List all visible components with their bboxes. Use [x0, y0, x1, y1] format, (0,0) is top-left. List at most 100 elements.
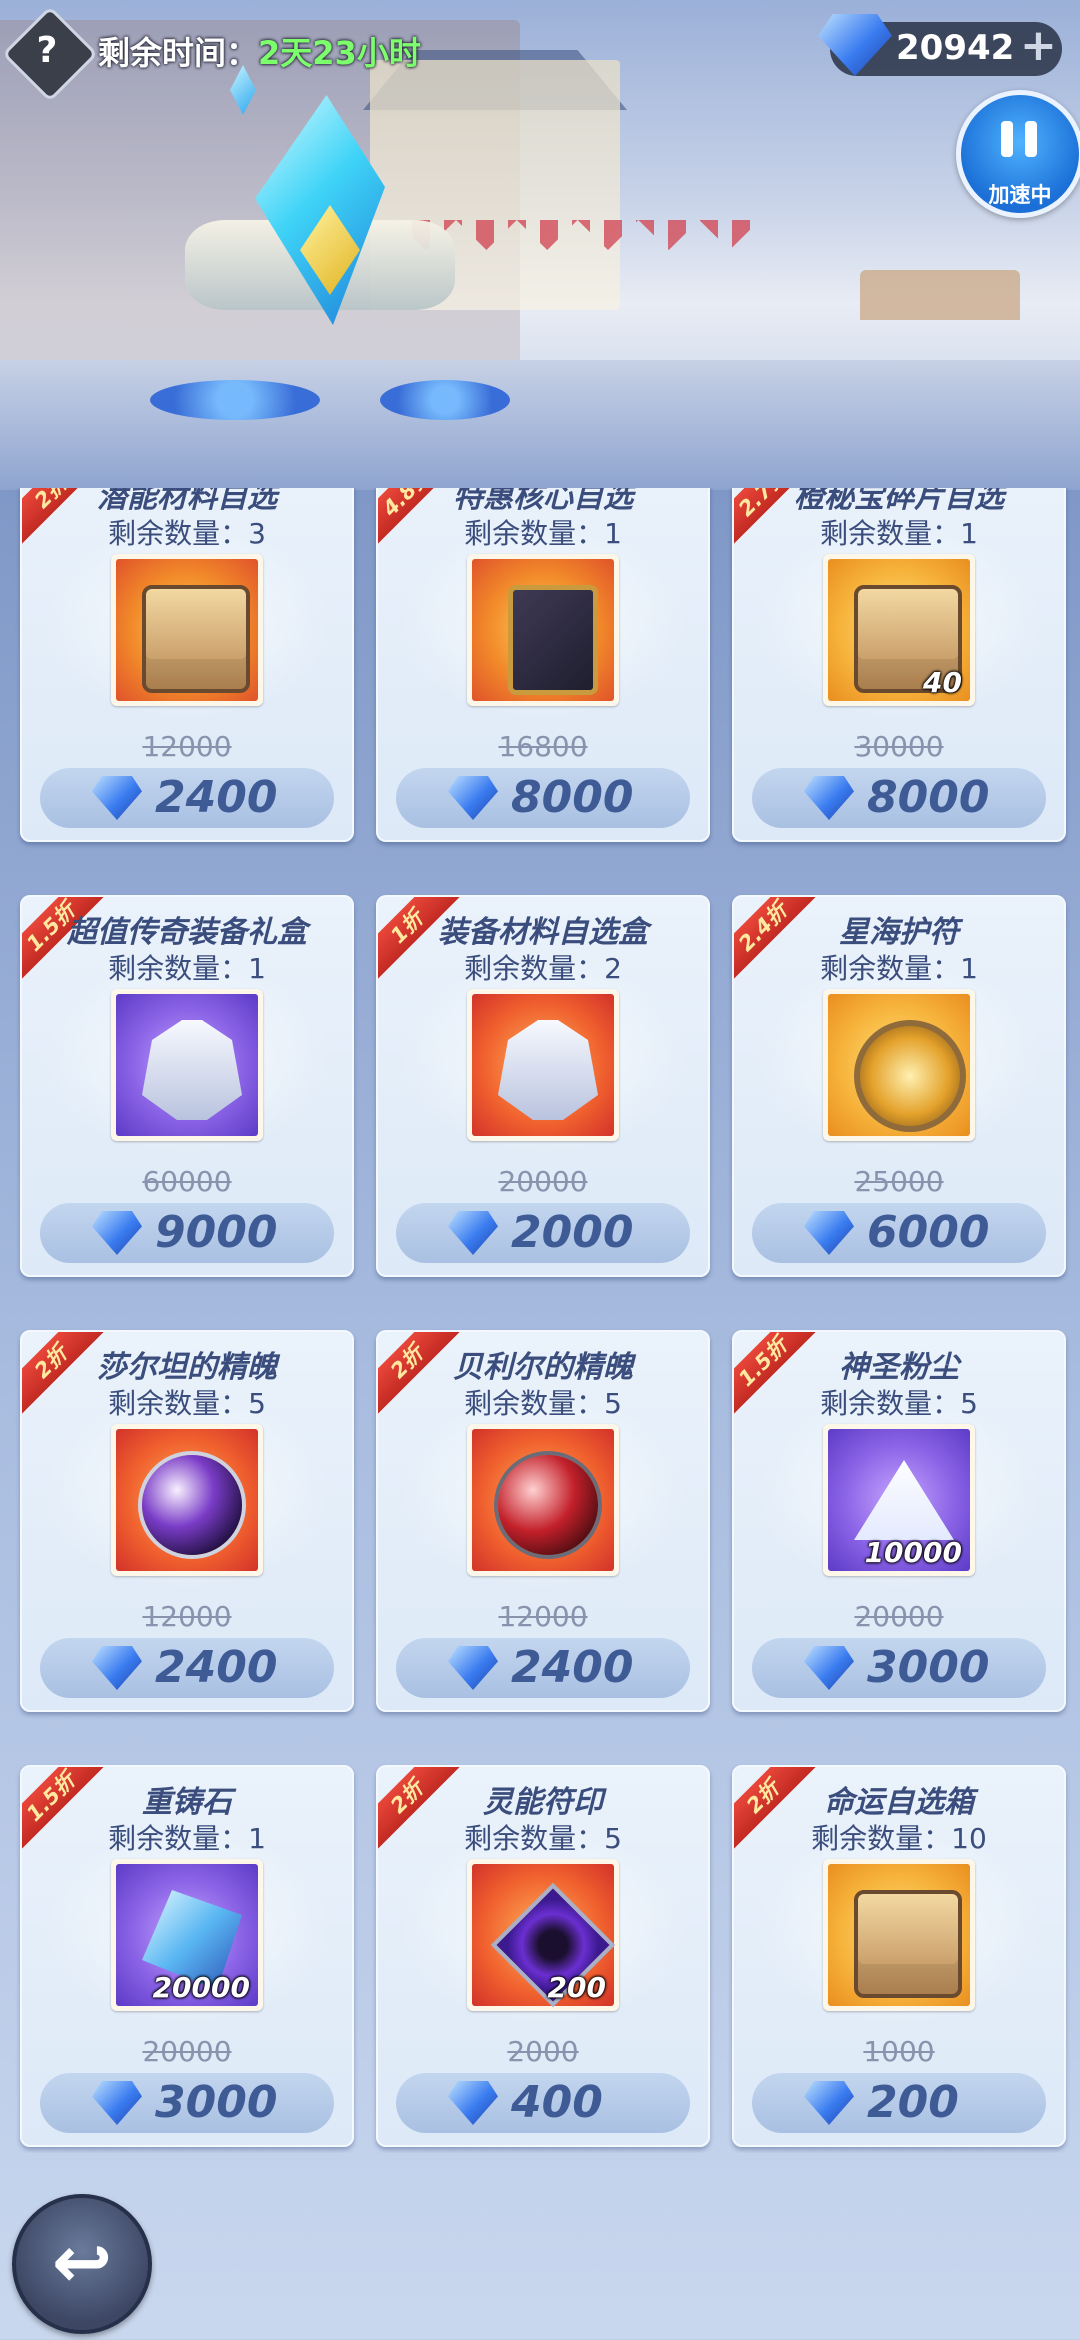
add-currency-button[interactable]: + — [1020, 24, 1057, 68]
item-icon-frame[interactable] — [823, 989, 975, 1141]
diamond-icon — [92, 1211, 142, 1255]
item-stock: 剩余数量：3 — [108, 517, 266, 550]
item-icon-background — [472, 1429, 614, 1571]
item-title: 莎尔坦的精魄 — [97, 1350, 277, 1385]
item-quantity: 20000 — [152, 1971, 250, 2004]
buy-button[interactable]: 3000 — [40, 2073, 334, 2133]
buy-button[interactable]: 400 — [396, 2073, 690, 2133]
item-icon-background: 10000 — [828, 1429, 970, 1571]
item-icon-frame[interactable] — [467, 1424, 619, 1576]
banner-ground — [0, 360, 1080, 490]
item-icon-frame[interactable] — [823, 1859, 975, 2011]
item-icon-frame[interactable] — [467, 554, 619, 706]
buy-button[interactable]: 3000 — [752, 1638, 1046, 1698]
shop-item-card[interactable]: 2折 贝利尔的精魄 剩余数量：5 12000 2400 — [376, 1330, 710, 1712]
original-price: 30000 — [734, 730, 1064, 763]
price-value: 2400 — [155, 1642, 278, 1693]
original-price: 12000 — [22, 730, 352, 763]
price-value: 8000 — [867, 772, 990, 823]
shop-item-card[interactable]: 1.5折 重铸石 剩余数量：1 20000 20000 3000 — [20, 1765, 354, 2147]
item-title: 神圣粉尘 — [839, 1350, 959, 1385]
buy-button[interactable]: 2000 — [396, 1203, 690, 1263]
item-icon-background: 200 — [472, 1864, 616, 2008]
shop-item-card[interactable]: 2折 潜能材料自选 剩余数量：3 12000 2400 — [20, 488, 354, 842]
item-icon-frame[interactable] — [111, 554, 263, 706]
diamond-icon — [448, 2081, 498, 2125]
price-value: 3000 — [867, 1642, 990, 1693]
back-button[interactable]: ↩ — [12, 2194, 152, 2334]
price-value: 400 — [511, 2077, 603, 2128]
card-icon — [508, 585, 598, 695]
buy-button[interactable]: 200 — [752, 2073, 1046, 2133]
original-price-value: 25000 — [854, 1165, 944, 1198]
item-icon-background — [472, 559, 614, 701]
item-stock: 剩余数量：1 — [108, 952, 266, 985]
buy-button[interactable]: 2400 — [40, 768, 334, 828]
item-title: 贝利尔的精魄 — [453, 1350, 633, 1385]
buy-button[interactable]: 8000 — [752, 768, 1046, 828]
remaining-time: 剩余时间：2天23小时 — [98, 28, 421, 74]
original-price: 16800 — [378, 730, 708, 763]
shop-item-card[interactable]: 4.8折 特惠核心自选 剩余数量：1 16800 8000 — [376, 488, 710, 842]
shop-item-card[interactable]: 1.5折 神圣粉尘 剩余数量：5 10000 20000 3000 — [732, 1330, 1066, 1712]
shop-item-card[interactable]: 1折 装备材料自选盒 剩余数量：2 20000 2000 — [376, 895, 710, 1277]
item-icon-frame[interactable]: 40 — [823, 554, 975, 706]
buy-button[interactable]: 2400 — [396, 1638, 690, 1698]
buy-button[interactable]: 6000 — [752, 1203, 1046, 1263]
amulet-icon — [854, 1020, 966, 1132]
timer-value: 2天23小时 — [258, 34, 421, 72]
original-price: 12000 — [22, 1600, 352, 1633]
gem-pile-right — [380, 380, 510, 420]
item-stock: 剩余数量：5 — [820, 1387, 978, 1420]
chest-icon — [854, 1890, 962, 1998]
shop-item-card[interactable]: 2.7折 橙秘宝碎片自选 剩余数量：1 40 30000 8000 — [732, 488, 1066, 842]
price-value: 2400 — [155, 772, 278, 823]
shop-item-card[interactable]: 2折 灵能符印 剩余数量：5 200 2000 400 — [376, 1765, 710, 2147]
shop-item-card[interactable]: 1.5折 超值传奇装备礼盒 剩余数量：1 60000 9000 — [20, 895, 354, 1277]
original-price-value: 12000 — [498, 1600, 588, 1633]
original-price-value: 12000 — [142, 1600, 232, 1633]
diamond-icon — [92, 2081, 142, 2125]
item-icon-frame[interactable] — [467, 989, 619, 1141]
price-value: 9000 — [155, 1207, 278, 1258]
timer-label: 剩余时间： — [98, 34, 259, 72]
item-stock: 剩余数量：2 — [464, 952, 622, 985]
speed-status: 加速中 — [988, 183, 1052, 207]
price-value: 200 — [867, 2077, 959, 2128]
original-price-value: 12000 — [142, 730, 232, 763]
original-price-value: 20000 — [498, 1165, 588, 1198]
diamond-icon — [448, 776, 498, 820]
item-icon-frame[interactable]: 10000 — [823, 1424, 975, 1576]
item-icon-background: 20000 — [116, 1864, 258, 2006]
original-price: 60000 — [22, 1165, 352, 1198]
chest-icon — [142, 585, 250, 693]
original-price-value: 1000 — [863, 2035, 935, 2068]
buy-button[interactable]: 9000 — [40, 1203, 334, 1263]
question-icon[interactable]: ? — [16, 20, 78, 82]
item-icon-frame[interactable] — [111, 1424, 263, 1576]
diamond-icon — [804, 2081, 854, 2125]
shop-item-card[interactable]: 2折 命运自选箱 剩余数量：10 1000 200 — [732, 1765, 1066, 2147]
shop-item-card[interactable]: 2.4折 星海护符 剩余数量：1 25000 6000 — [732, 895, 1066, 1277]
speed-button[interactable]: 加速中 — [956, 90, 1080, 218]
item-icon-background — [828, 1864, 970, 2006]
original-price-value: 16800 — [498, 730, 588, 763]
orb-icon — [142, 1455, 242, 1555]
original-price-value: 30000 — [854, 730, 944, 763]
shop-item-card[interactable]: 2折 莎尔坦的精魄 剩余数量：5 12000 2400 — [20, 1330, 354, 1712]
original-price: 12000 — [378, 1600, 708, 1633]
buy-button[interactable]: 8000 — [396, 768, 690, 828]
original-price-value: 20000 — [142, 2035, 232, 2068]
item-icon-frame[interactable]: 20000 — [111, 1859, 263, 2011]
price-value: 2400 — [511, 1642, 634, 1693]
item-icon-frame[interactable] — [111, 989, 263, 1141]
gem-pile-left — [150, 380, 320, 420]
pause-icon-bar — [1025, 121, 1037, 157]
item-icon-frame[interactable]: 200 — [467, 1859, 619, 2011]
item-icon-background — [472, 994, 614, 1136]
item-stock: 剩余数量：5 — [464, 1387, 622, 1420]
shop-grid: 2折 潜能材料自选 剩余数量：3 12000 2400 4.8折 特惠核心自选 剩余数量：1 1… — [0, 488, 1080, 2153]
back-arrow-icon: ↩ — [51, 2220, 113, 2304]
item-title: 重铸石 — [142, 1785, 232, 1820]
buy-button[interactable]: 2400 — [40, 1638, 334, 1698]
